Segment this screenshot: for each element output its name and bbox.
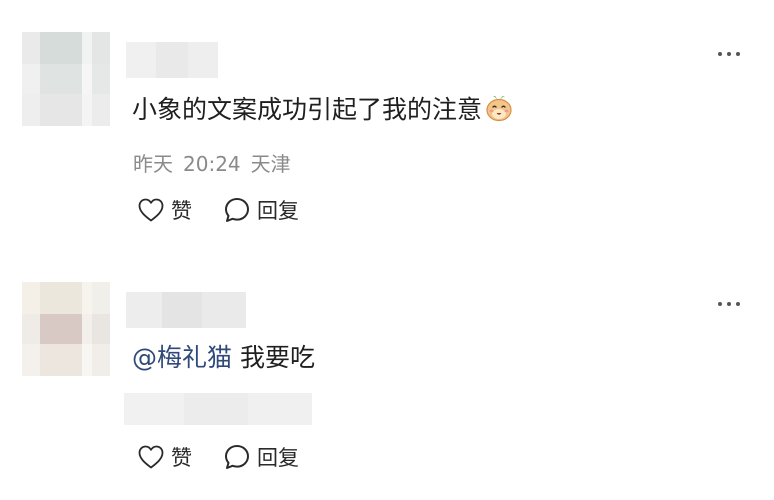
reply-button[interactable]: 回复 xyxy=(223,442,299,472)
comment-body: 我要吃 xyxy=(232,343,315,372)
comment-bubble-icon xyxy=(225,198,249,222)
avatar[interactable] xyxy=(22,32,110,126)
more-options-icon[interactable] xyxy=(718,52,740,56)
comment-actions: 赞 回复 xyxy=(137,442,299,472)
avatar[interactable] xyxy=(22,282,110,376)
like-button[interactable]: 赞 xyxy=(137,442,223,472)
comment-bubble-icon xyxy=(225,445,249,469)
comment-date: 昨天 xyxy=(133,152,173,176)
reply-label: 回复 xyxy=(257,199,299,223)
comment-time: 20:24 xyxy=(183,152,241,176)
like-label: 赞 xyxy=(171,446,192,470)
comment-item: 小象的文案成功引起了我的注意 昨天 20:24 天津 赞 回复 xyxy=(0,0,774,250)
like-label: 赞 xyxy=(171,199,192,223)
comment-actions: 赞 回复 xyxy=(137,195,299,225)
smiling-bun-emoji-icon xyxy=(484,93,514,132)
heart-icon xyxy=(138,198,164,222)
reply-button[interactable]: 回复 xyxy=(223,195,299,225)
like-button[interactable]: 赞 xyxy=(137,195,223,225)
comment-meta-redacted xyxy=(124,393,312,425)
reply-label: 回复 xyxy=(257,446,299,470)
comment-body: 小象的文案成功引起了我的注意 xyxy=(132,95,483,124)
comment-item: @梅礼猫 我要吃 赞 回复 xyxy=(0,250,774,500)
comment-meta: 昨天 20:24 天津 xyxy=(133,148,291,177)
username-redacted[interactable] xyxy=(126,42,218,78)
comment-text: 小象的文案成功引起了我的注意 xyxy=(132,93,514,132)
comment-location: 天津 xyxy=(250,152,291,176)
comment-text: @梅礼猫 我要吃 xyxy=(132,341,315,375)
username-redacted[interactable] xyxy=(126,292,246,328)
heart-icon xyxy=(138,445,164,469)
more-options-icon[interactable] xyxy=(718,302,740,306)
mention-link[interactable]: @梅礼猫 xyxy=(132,343,232,372)
